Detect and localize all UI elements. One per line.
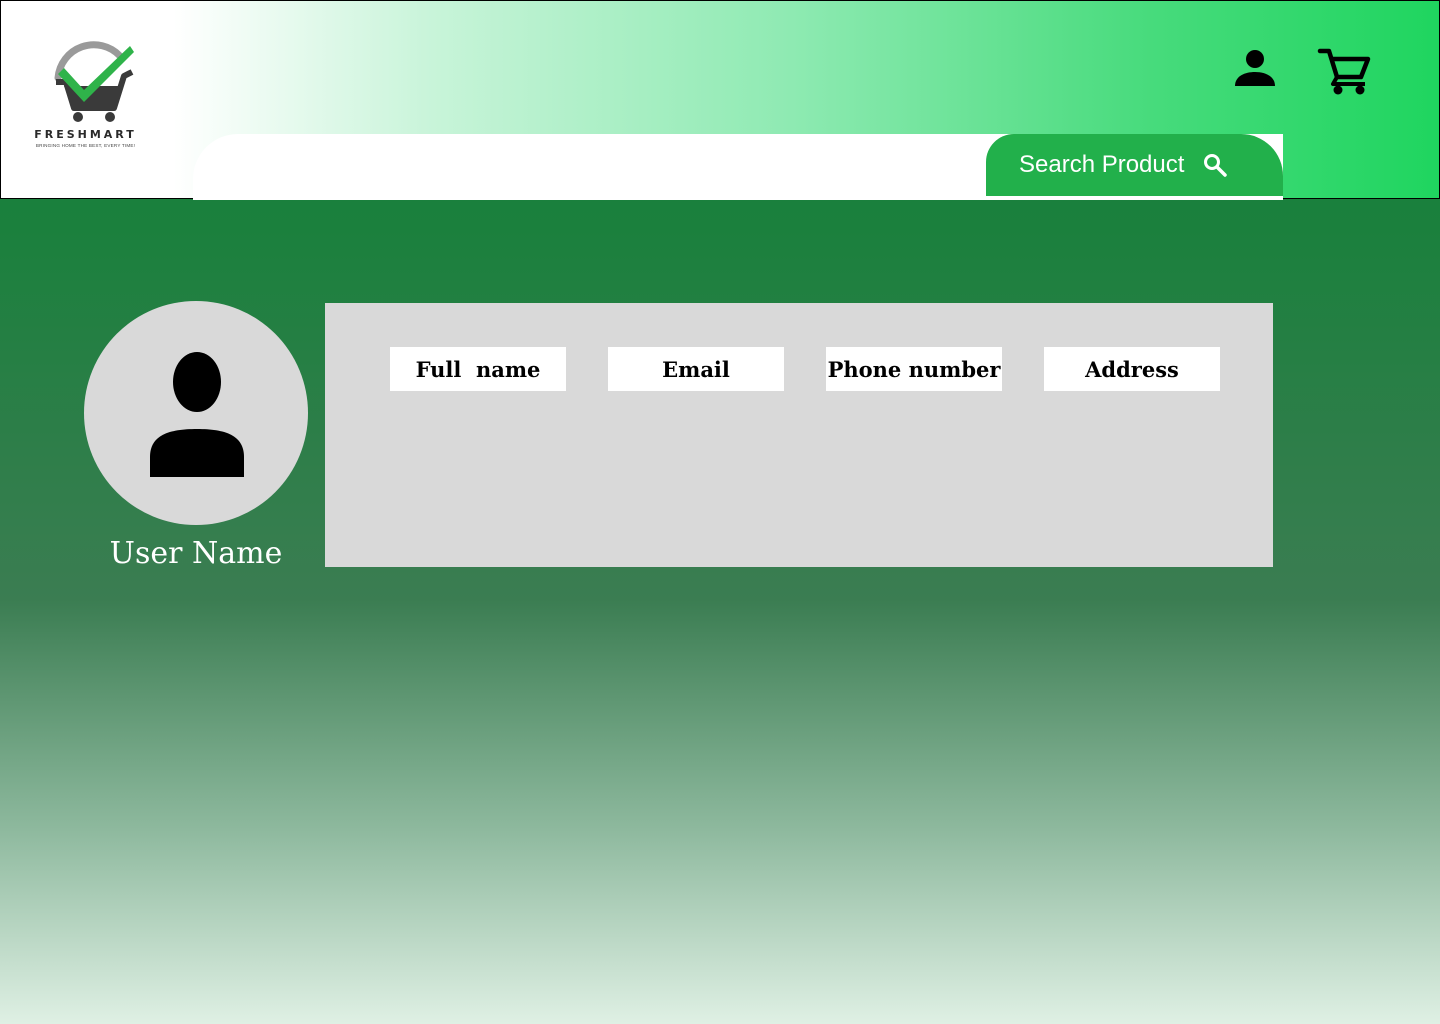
avatar[interactable]	[84, 301, 308, 525]
freshmart-logo-icon	[54, 41, 134, 122]
shopping-cart-icon[interactable]	[1317, 45, 1371, 95]
logo-tagline: BRINGING HOME THE BEST, EVERY TIME!	[35, 143, 136, 148]
logo-name: FRESHMART	[34, 128, 137, 141]
field-header-full-name: Full name	[390, 347, 566, 391]
field-header-address: Address	[1044, 347, 1220, 391]
header-bar: FRESHMART BRINGING HOME THE BEST, EVERY …	[0, 0, 1440, 200]
avatar-placeholder-icon	[150, 352, 244, 477]
search-button-label: Search Product	[1019, 151, 1185, 178]
field-header-email: Email	[608, 347, 784, 391]
logo[interactable]: FRESHMART BRINGING HOME THE BEST, EVERY …	[2, 2, 169, 170]
search-product-button[interactable]: Search Product	[986, 134, 1283, 196]
user-name: User Name	[109, 536, 283, 571]
field-header-phone-number: Phone number	[826, 347, 1002, 391]
search-icon	[1204, 154, 1228, 177]
profile-info-panel: Full name Email Phone number Address	[325, 303, 1273, 567]
user-icon[interactable]	[1233, 48, 1277, 92]
